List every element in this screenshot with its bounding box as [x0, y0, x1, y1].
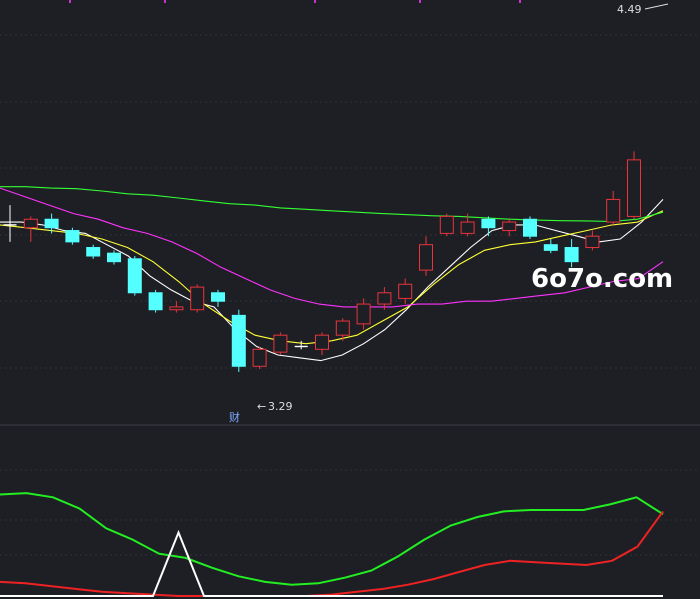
candle: [211, 289, 225, 307]
candle-body: [564, 247, 579, 263]
candle-body: [419, 244, 433, 271]
candle-body: [606, 198, 621, 223]
stock-chart: 4.49 ← 3.29 财 6o7o.com: [0, 0, 700, 597]
candle: [523, 216, 537, 240]
candle: [190, 284, 205, 313]
candle-body: [335, 320, 350, 336]
event-marker: 财: [229, 410, 240, 424]
high-price-label: 4.49: [617, 3, 642, 16]
candle-body: [273, 334, 288, 353]
candle-body: [377, 292, 392, 305]
candle-body: [148, 292, 163, 311]
candle: [585, 230, 600, 251]
candle: [65, 227, 80, 245]
candle-body: [439, 215, 454, 234]
candle-body: [190, 286, 205, 311]
candle: [127, 256, 142, 296]
candle-body: [44, 218, 59, 229]
top-marks: [69, 0, 521, 3]
candle-body: [127, 258, 142, 294]
ma-line-ma60: [0, 186, 664, 223]
candle-body: [502, 221, 517, 232]
candle: [3, 205, 17, 242]
osc-line-green: [0, 492, 664, 586]
candlesticks: [3, 151, 641, 372]
candle-body: [585, 235, 600, 249]
candle: [543, 239, 558, 254]
candle: [398, 278, 413, 305]
candle-body: [315, 334, 329, 350]
candle-body: [460, 221, 475, 234]
candle: [481, 216, 496, 237]
candle-body: [252, 348, 267, 367]
high-price-pointer: [644, 3, 669, 10]
candle-body: [65, 230, 80, 243]
candle: [439, 213, 454, 237]
candle: [606, 190, 621, 225]
candle: [315, 332, 329, 355]
candle: [377, 287, 392, 310]
candle-body: [211, 292, 225, 302]
candle: [231, 309, 246, 372]
grid-lines: [0, 34, 700, 556]
candle: [169, 301, 184, 313]
candle: [273, 332, 288, 355]
candle: [419, 236, 433, 276]
candle-body: [481, 218, 496, 229]
candle-body: [107, 252, 121, 263]
low-price-label: 3.29: [268, 400, 293, 413]
candle: [252, 346, 267, 370]
candle: [107, 250, 121, 265]
candle-body: [356, 303, 371, 325]
candle: [627, 151, 641, 220]
candle-body: [543, 244, 558, 251]
candle: [502, 219, 517, 237]
candle: [148, 289, 163, 313]
candle: [356, 298, 371, 330]
low-price-arrow: ←: [257, 400, 266, 413]
candle-body: [169, 306, 184, 311]
candle-body: [523, 218, 537, 237]
candle-body: [231, 314, 246, 367]
candle-body: [86, 247, 101, 257]
watermark: 6o7o.com: [531, 264, 673, 294]
candle-body: [627, 159, 641, 217]
candle-body: [398, 283, 413, 299]
oscillator-panel: [0, 492, 664, 597]
candle: [86, 244, 101, 259]
candle-body: [23, 218, 38, 229]
